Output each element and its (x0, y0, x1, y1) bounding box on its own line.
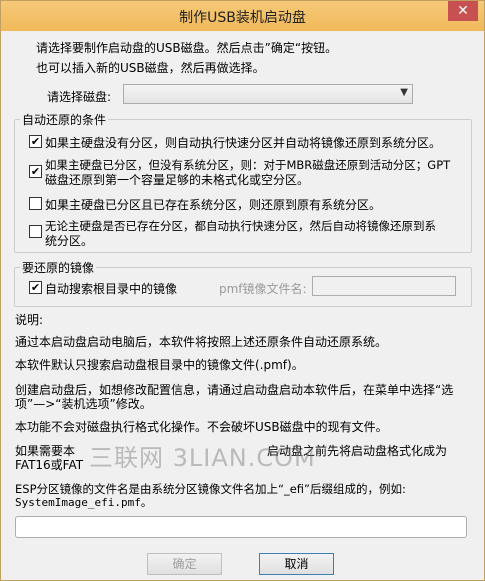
close-button[interactable]: ✕ (448, 1, 478, 21)
auto-search-checkbox[interactable]: ✔ (29, 281, 42, 294)
disk-select-label: 请选择磁盘: (47, 90, 112, 104)
dialog-window: 制作USB装机启动盘 ✕ 请选择要制作启动盘的USB磁盘。然后点击”确定“按钮。… (0, 0, 485, 581)
title-bar[interactable]: 制作USB装机启动盘 ✕ (1, 1, 484, 31)
description-p6-line1: ESP分区镜像的文件名是由系统分区镜像文件名加上“_efi”后缀组成的，例如: (15, 482, 406, 496)
pmf-filename-input[interactable] (312, 276, 456, 296)
description-p2: 本软件默认只搜索启动盘根目录中的镜像文件(.pmf)。 (15, 358, 304, 372)
pmf-filename-label: pmf镜像文件名: (219, 282, 307, 296)
description-p5-line2: FAT16或FAT (15, 458, 84, 472)
restore-option-3-label: 如果主硬盘已分区且已存在系统分区，则还原到原有系统分区。 (45, 198, 382, 212)
description-p5-line1: 如果需要本 (15, 444, 76, 458)
description-p3-line2: 项”—>“装机选项”修改。 (15, 397, 152, 411)
dialog-client: 请选择要制作启动盘的USB磁盘。然后点击”确定“按钮。 也可以插入新的USB磁盘… (9, 31, 476, 575)
chevron-down-icon: ▼ (400, 87, 408, 98)
restore-option-4-checkbox[interactable] (29, 225, 42, 238)
image-group-title: 要还原的镜像 (20, 259, 97, 276)
close-icon: ✕ (457, 3, 469, 19)
auto-search-label: 自动搜索根目录中的镜像 (45, 282, 178, 296)
window-title: 制作USB装机启动盘 (179, 10, 306, 26)
disk-select[interactable]: ▼ (123, 84, 413, 104)
restore-option-4-label-line2: 统分区。 (45, 234, 94, 248)
restore-option-2-label-line2: 磁盘还原到第一个容量足够的未格式化或空分区。 (45, 173, 310, 187)
restore-conditions-title: 自动还原的条件 (20, 111, 109, 128)
description-p1: 通过本启动盘启动电脑后，本软件将按照上述还原条件自动还原系统。 (15, 335, 388, 349)
description-heading: 说明: (15, 313, 44, 327)
restore-option-1-checkbox[interactable]: ✔ (29, 135, 42, 148)
restore-option-1-label: 如果主硬盘没有分区，则自动执行快速分区并自动将镜像还原到系统分区。 (45, 136, 442, 150)
description-p4: 本功能不会对磁盘执行格式化操作。不会破坏USB磁盘中的现有文件。 (15, 420, 388, 434)
cancel-button[interactable]: 取消 (259, 553, 334, 575)
watermark: 三联网 3LIAN.COM (89, 444, 316, 472)
description-p6-line2: SystemImage_efi.pmf。 (15, 496, 152, 509)
intro-line-1: 请选择要制作启动盘的USB磁盘。然后点击”确定“按钮。 (36, 41, 338, 55)
restore-conditions-group: 自动还原的条件 ✔ 如果主硬盘没有分区，则自动执行快速分区并自动将镜像还原到系统… (14, 111, 472, 253)
intro-line-2: 也可以插入新的USB磁盘，然后再做选择。 (36, 61, 265, 75)
progress-bar (15, 516, 467, 538)
description-p3-line1: 创建启动盘后，如想修改配置信息，请通过启动盘启动本软件后，在菜单中选择“选 (15, 383, 454, 397)
restore-option-2-checkbox[interactable]: ✔ (29, 165, 42, 178)
restore-option-3-checkbox[interactable] (29, 197, 42, 210)
restore-option-4-label-line1: 无论主硬盘是否已存在分区，都自动执行快速分区，然后自动将镜像还原到系 (45, 219, 436, 233)
ok-button[interactable]: 确定 (147, 553, 222, 575)
image-group: 要还原的镜像 ✔ 自动搜索根目录中的镜像 pmf镜像文件名: (14, 259, 472, 307)
